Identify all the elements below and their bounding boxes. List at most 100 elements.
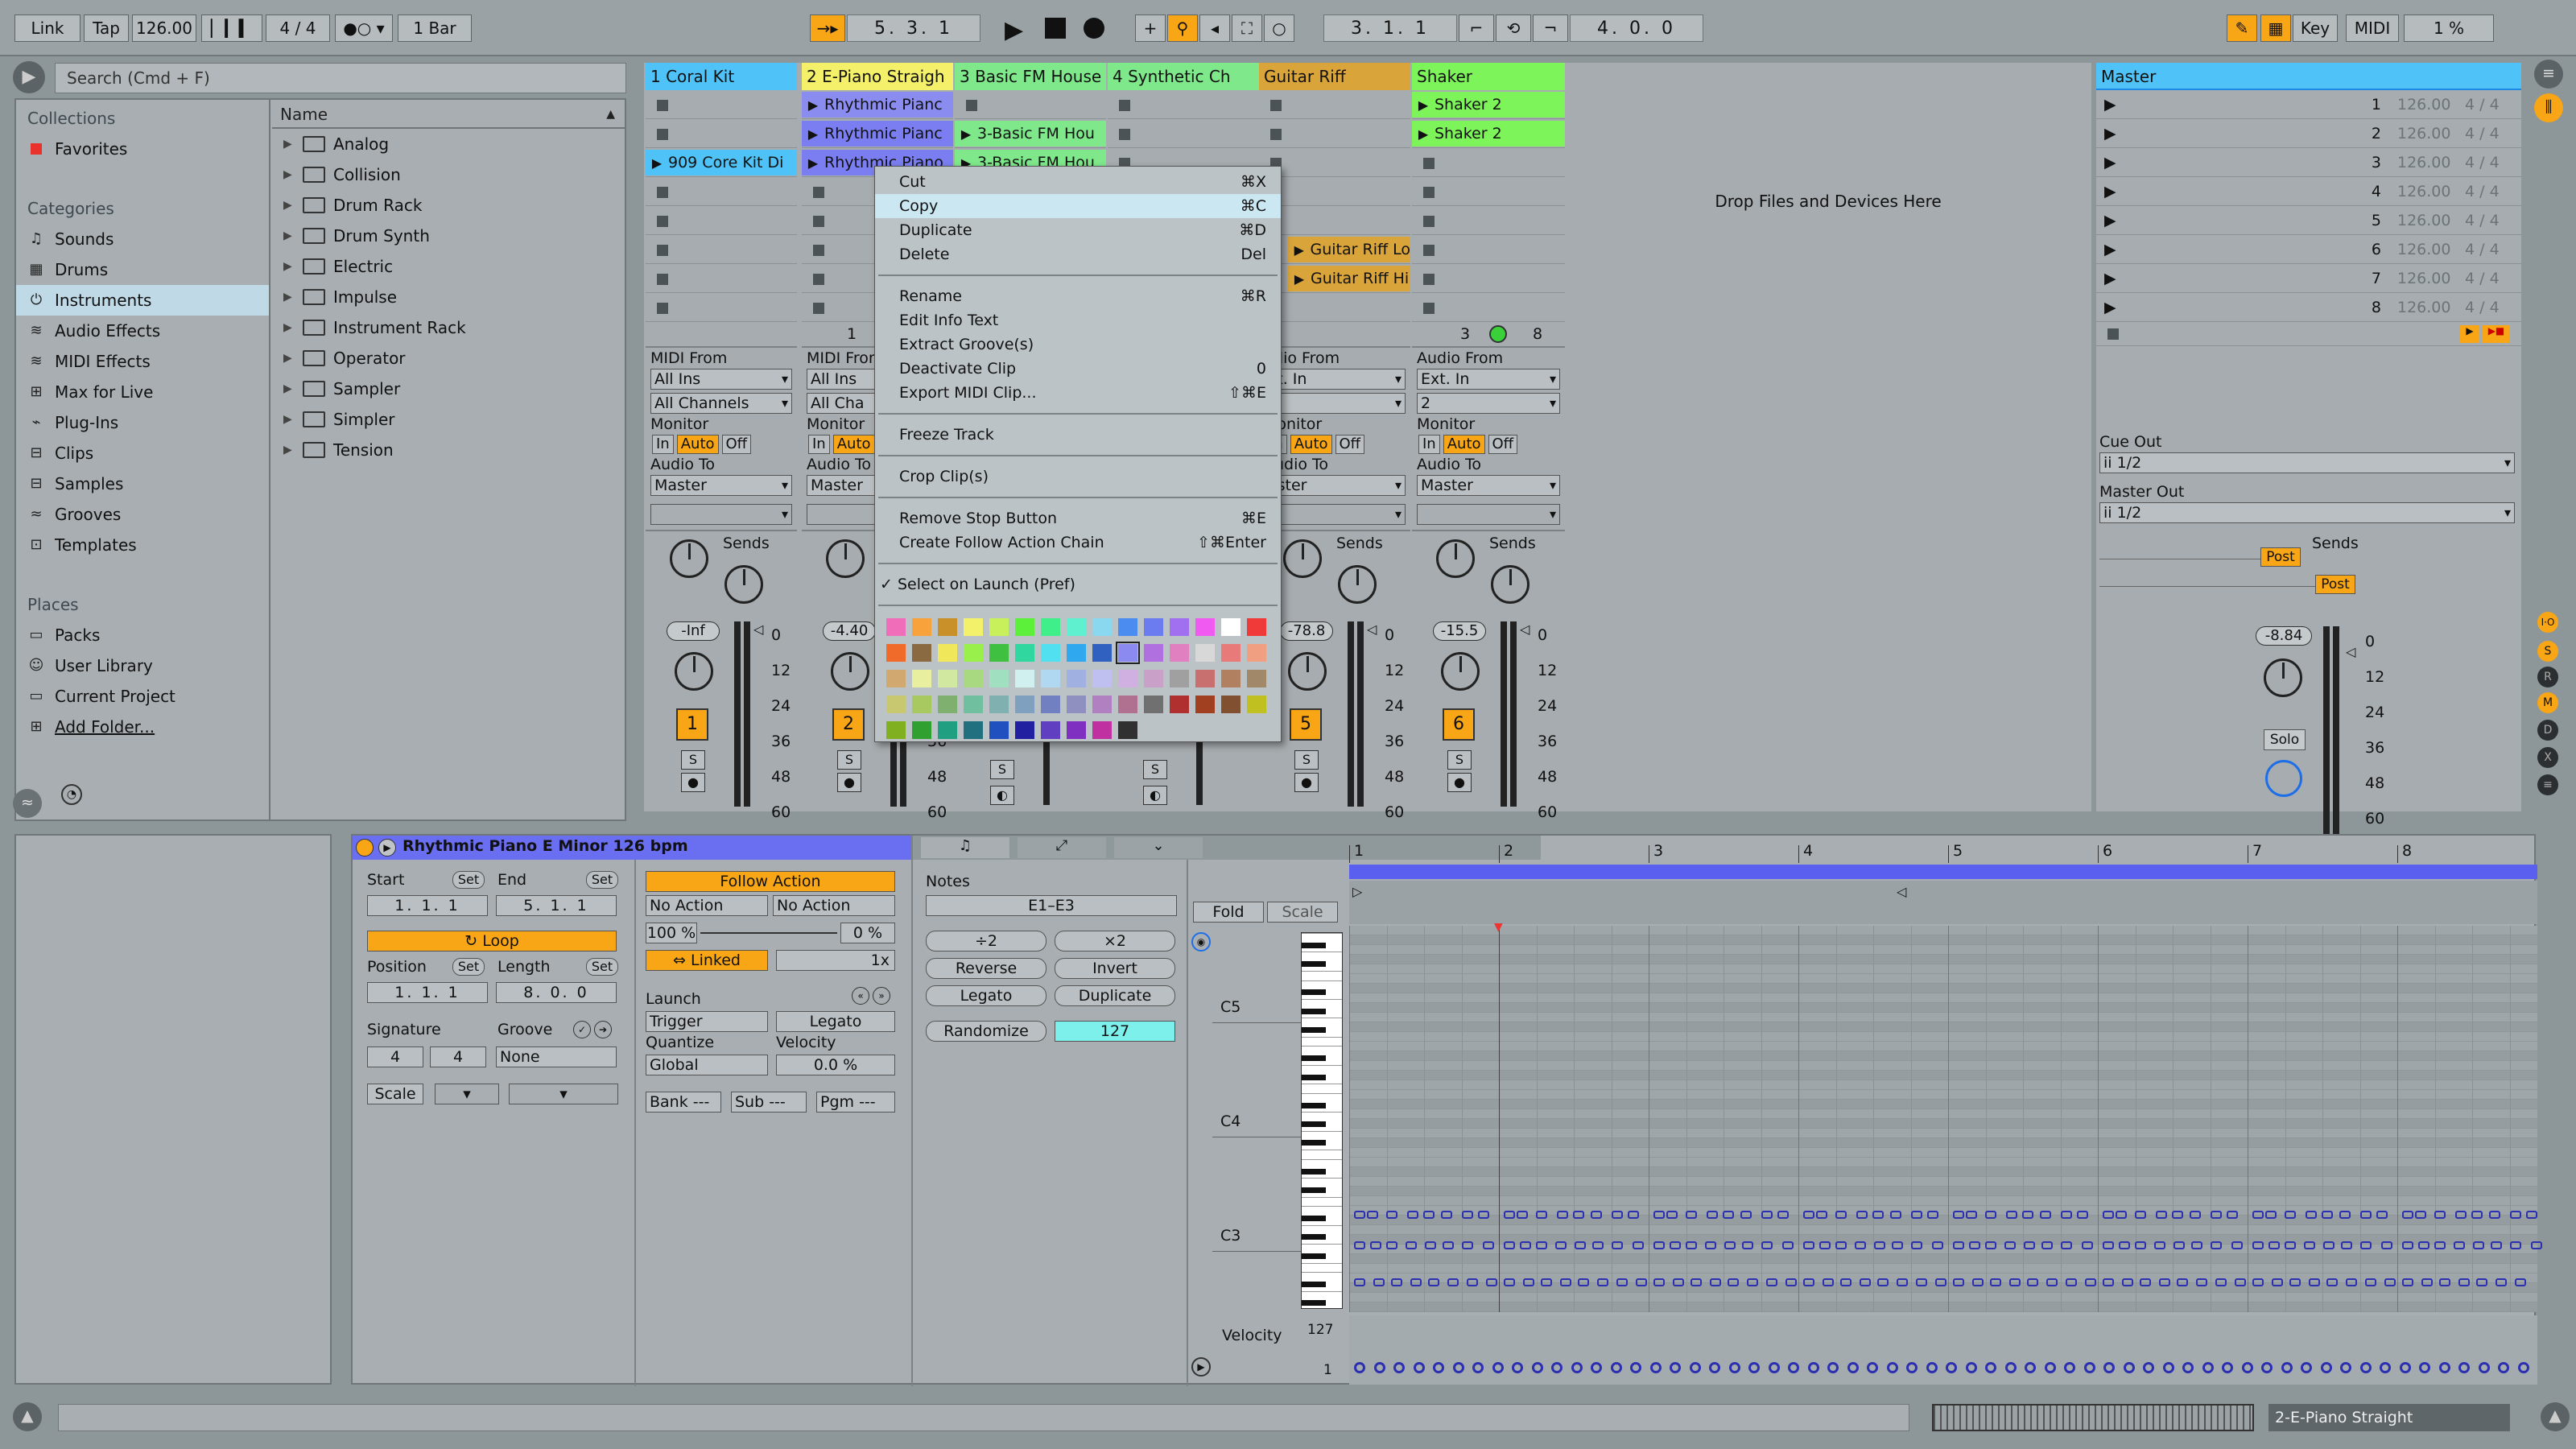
scene-row[interactable]: ▶ 6 126.00 4 / 4 — [2096, 235, 2521, 264]
stop-clip-icon[interactable] — [657, 274, 668, 285]
color-swatch[interactable] — [964, 618, 983, 636]
black-key[interactable] — [1302, 1055, 1326, 1062]
expand-icon[interactable]: ▶ — [283, 251, 295, 282]
velocity-marker[interactable] — [1591, 1362, 1602, 1373]
launch-mode-select[interactable]: Trigger — [646, 1011, 768, 1032]
color-swatch[interactable] — [1247, 618, 1266, 636]
browser-item[interactable]: ▶ Simpler — [272, 404, 625, 435]
midi-map-button[interactable]: MIDI — [2346, 14, 2399, 42]
menu-item-export-midi-clip[interactable]: Export MIDI Clip... ⇧⌘E — [875, 381, 1281, 405]
expression-tab-icon[interactable]: ⌄ — [1114, 837, 1203, 858]
input-channel-select[interactable]: 2 — [1417, 393, 1560, 414]
velocity-marker[interactable] — [2261, 1362, 2273, 1373]
arm-icon[interactable]: ◐ — [1143, 786, 1167, 805]
midi-note[interactable] — [1597, 1278, 1608, 1286]
scene-signature[interactable]: 4 / 4 — [2465, 241, 2500, 258]
midi-note[interactable] — [1803, 1278, 1814, 1286]
velocity-marker[interactable] — [1413, 1362, 1425, 1373]
midi-note[interactable] — [2272, 1278, 2283, 1286]
color-swatch[interactable] — [989, 670, 1009, 687]
midi-note[interactable] — [2360, 1211, 2372, 1219]
clip-launch-icon[interactable]: ▶ — [802, 150, 824, 175]
place-add-folder-[interactable]: ⊞ Add Folder... — [16, 712, 269, 742]
midi-note[interactable] — [2191, 1241, 2202, 1249]
midi-note[interactable] — [2177, 1278, 2188, 1286]
velocity-marker[interactable] — [1847, 1362, 1859, 1373]
position-field[interactable]: 1. 1. 1 — [367, 982, 488, 1003]
clip[interactable]: ▶ Rhythmic Pianc — [802, 92, 953, 118]
color-swatch[interactable] — [1221, 644, 1241, 662]
velocity-marker[interactable] — [2301, 1362, 2312, 1373]
velocity-marker[interactable] — [2064, 1362, 2075, 1373]
browser-item[interactable]: ▶ Impulse — [272, 282, 625, 312]
midi-note[interactable] — [2006, 1211, 2017, 1219]
midi-note[interactable] — [1932, 1241, 1943, 1249]
link-button[interactable]: Link — [14, 14, 80, 42]
velocity-marker[interactable] — [1788, 1362, 1799, 1373]
color-swatch[interactable] — [1015, 696, 1034, 713]
punch-in-icon[interactable]: ⌐ — [1459, 14, 1494, 42]
midi-note[interactable] — [1761, 1211, 1773, 1219]
midi-note[interactable] — [1966, 1211, 1977, 1219]
black-key[interactable] — [1302, 1168, 1326, 1174]
clip-slot[interactable]: ▶ Shaker 2 — [1412, 90, 1565, 119]
fader-handle[interactable]: ◁ — [1367, 621, 1377, 637]
scene-row[interactable]: ▶ 2 126.00 4 / 4 — [2096, 119, 2521, 148]
clip-slot[interactable] — [1259, 90, 1410, 119]
midi-note[interactable] — [2421, 1278, 2433, 1286]
session-view-icon[interactable]: ≡ — [2534, 60, 2563, 89]
track-activator-button[interactable]: 6 — [1443, 708, 1475, 741]
color-swatch[interactable] — [1118, 721, 1137, 739]
velocity-marker[interactable] — [2458, 1362, 2470, 1373]
midi-note[interactable] — [2322, 1211, 2333, 1219]
clip-slot[interactable] — [646, 293, 797, 322]
velocity-marker[interactable] — [2517, 1362, 2529, 1373]
output-channel-select[interactable] — [1417, 504, 1560, 525]
stop-clip-icon[interactable] — [813, 245, 824, 256]
stop-clip-icon[interactable] — [1423, 216, 1435, 227]
midi-note[interactable] — [1855, 1241, 1866, 1249]
velocity-marker[interactable] — [2281, 1362, 2293, 1373]
loop-start[interactable]: 3. 1. 1 — [1323, 14, 1457, 42]
midi-note[interactable] — [1911, 1241, 1922, 1249]
color-swatch[interactable] — [1195, 618, 1215, 636]
midi-note[interactable] — [1935, 1278, 1946, 1286]
midi-note[interactable] — [1972, 1278, 1984, 1286]
scene-row[interactable]: ▶ 4 126.00 4 / 4 — [2096, 177, 2521, 206]
midi-note[interactable] — [1354, 1241, 1365, 1249]
midi-note[interactable] — [2174, 1241, 2185, 1249]
program-select[interactable]: Pgm --- — [816, 1092, 895, 1113]
automation-arm-icon[interactable]: ⚲ — [1167, 14, 1198, 42]
midi-note[interactable] — [1707, 1211, 1718, 1219]
velocity-marker[interactable] — [1827, 1362, 1839, 1373]
color-swatch[interactable] — [964, 644, 983, 662]
menu-item-select-on-launch-pref[interactable]: ✓ Select on Launch (Pref) — [875, 572, 1281, 597]
play-icon[interactable]: ▶ — [1005, 16, 1023, 44]
scene-tempo[interactable]: 126.00 — [2397, 96, 2458, 114]
black-key[interactable] — [1302, 942, 1326, 948]
midi-note[interactable] — [1953, 1278, 1964, 1286]
browser-item[interactable]: ▶ Electric — [272, 251, 625, 282]
midi-note[interactable] — [1690, 1278, 1702, 1286]
loop-button[interactable]: ↻ Loop — [367, 931, 617, 952]
chance-a[interactable]: 100 % — [646, 923, 697, 943]
midi-note[interactable] — [1592, 1241, 1604, 1249]
midi-note[interactable] — [2211, 1211, 2222, 1219]
velocity-marker[interactable] — [1768, 1362, 1780, 1373]
midi-note[interactable] — [2082, 1241, 2093, 1249]
midi-note[interactable] — [1386, 1211, 1397, 1219]
clip-slot[interactable] — [1259, 119, 1410, 148]
midi-note[interactable] — [1367, 1211, 1378, 1219]
note-editor-grid[interactable]: ▼ — [1349, 921, 2542, 1312]
midi-note[interactable] — [1612, 1211, 1623, 1219]
scene-tempo[interactable]: 126.00 — [2397, 125, 2458, 142]
midi-note[interactable] — [1504, 1211, 1515, 1219]
color-swatch[interactable] — [938, 721, 957, 739]
master-out-select[interactable]: ii 1/2 — [2099, 502, 2515, 523]
midi-note[interactable] — [1486, 1278, 1497, 1286]
velocity-lane[interactable] — [1349, 1315, 2537, 1385]
velocity-marker[interactable] — [1433, 1362, 1444, 1373]
set-end-button[interactable]: Set — [586, 871, 618, 889]
midi-note[interactable] — [2439, 1278, 2450, 1286]
scene-launch-icon[interactable]: ▶ — [2096, 154, 2120, 171]
